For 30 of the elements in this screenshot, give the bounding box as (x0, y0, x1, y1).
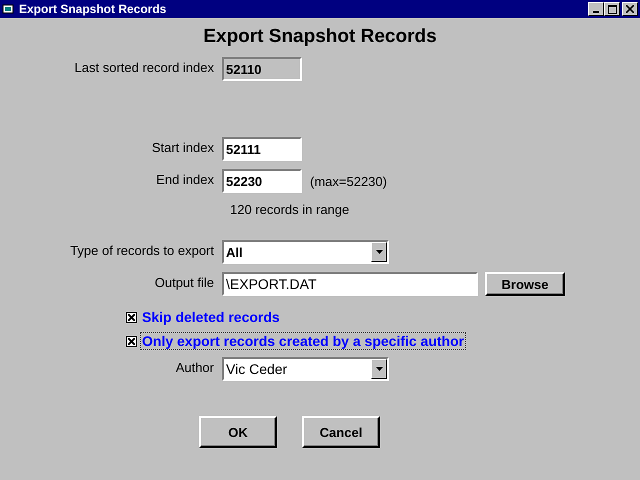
checkbox-label[interactable]: Only export records created by a specific author (140, 332, 466, 350)
checkbox[interactable] (126, 336, 137, 346)
browse-button[interactable]: Browse (485, 272, 565, 296)
author-dropdown[interactable]: Vic Ceder (222, 357, 389, 381)
checkbox-label[interactable]: Skip deleted records (140, 308, 282, 326)
dialog-button[interactable]: Cancel (302, 416, 380, 448)
field-label: End index (155, 171, 215, 187)
field-label: Output file (154, 274, 215, 290)
input-field[interactable]: \EXPORT.DAT (222, 272, 478, 296)
maximize-button[interactable] (604, 2, 620, 16)
maximize-icon (608, 4, 616, 14)
field-label: Last sorted record index (74, 59, 215, 75)
dialog-button[interactable]: OK (199, 416, 277, 448)
type-dropdown[interactable]: All (222, 240, 389, 264)
dropdown-arrow-icon (376, 250, 382, 254)
field-label: Start index (150, 139, 215, 155)
input-field[interactable]: 52230 (222, 169, 302, 193)
dialog-heading: Export Snapshot Records (203, 26, 437, 48)
max-note: (max=52230) (309, 173, 387, 189)
dropdown-arrow-icon (376, 367, 382, 371)
close-icon (626, 5, 634, 13)
window-title: Export Snapshot Records (19, 2, 168, 16)
input-field[interactable]: 52111 (222, 137, 302, 161)
window-icon (2, 3, 15, 15)
range-text: 120 records in range (230, 202, 350, 217)
checkbox[interactable] (126, 312, 137, 322)
close-button[interactable] (622, 2, 638, 16)
field-label: Type of records to export (69, 242, 215, 258)
minimize-button[interactable] (588, 2, 604, 16)
field-label: Author (174, 359, 215, 375)
